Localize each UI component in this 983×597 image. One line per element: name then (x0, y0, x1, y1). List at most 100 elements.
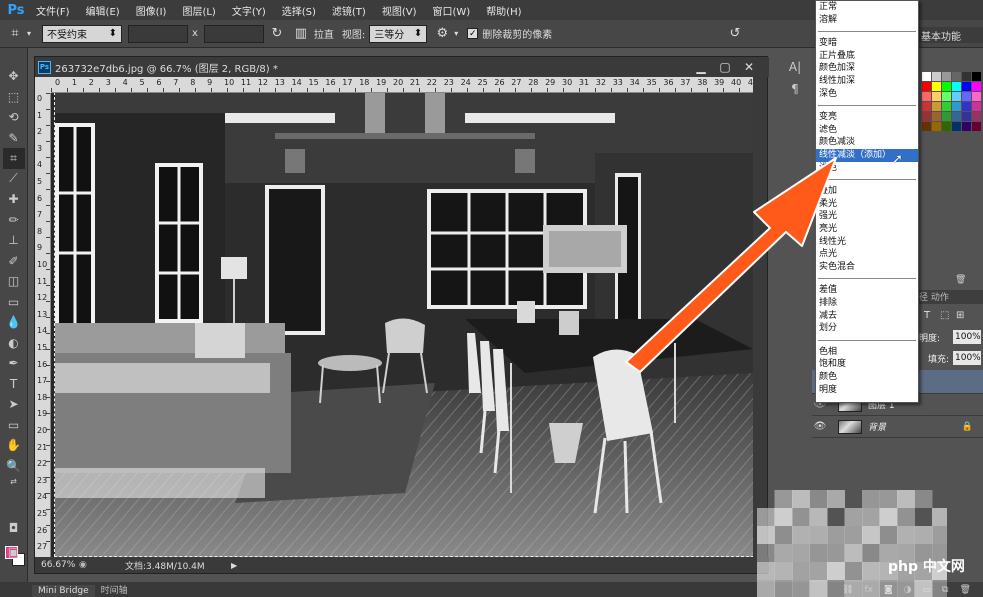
trash-icon[interactable]: 🗑 (959, 585, 970, 595)
status-menu-arrow-icon[interactable]: ▶ (231, 561, 237, 570)
color-swatch[interactable] (922, 72, 931, 81)
color-swatch[interactable] (932, 122, 941, 131)
maximize-icon[interactable]: ▢ (713, 58, 737, 76)
color-swatch[interactable] (962, 122, 971, 131)
menu-item[interactable]: 图层(L) (174, 3, 223, 18)
blend-mode-option[interactable]: 变亮 (816, 111, 918, 124)
vertical-scrollbar[interactable] (753, 77, 767, 559)
horizontal-ruler[interactable]: 0 1 2 3 4 5 6 7 8 9 10 11 12 13 14 15 16 17 18 19 20 21 22 23 24… (51, 77, 758, 93)
crop-marquee[interactable] (54, 93, 753, 557)
hand-tool-icon[interactable]: ✋ (3, 435, 25, 456)
color-swatch[interactable] (952, 72, 961, 81)
blend-mode-option[interactable]: 颜色加深 (816, 62, 918, 75)
menu-item[interactable]: 窗口(W) (424, 3, 478, 18)
swap-icon[interactable]: ↻ (268, 25, 286, 43)
color-swatch[interactable] (952, 102, 961, 111)
straighten-icon[interactable]: ▥ (292, 25, 310, 43)
blend-mode-option[interactable]: 叠加 (816, 185, 918, 198)
blend-mode-option[interactable]: 线性加深 (816, 75, 918, 88)
trash-icon[interactable]: 🗑 (955, 275, 966, 285)
menu-item[interactable]: 图像(I) (128, 3, 175, 18)
chevron-down-icon[interactable]: ▾ (24, 25, 34, 43)
document-tab[interactable]: Ps 263732e7db6.jpg @ 66.7% (图层 2, RGB/8)… (35, 57, 769, 77)
color-swatch[interactable] (972, 112, 981, 121)
blur-tool-icon[interactable]: 💧 (3, 312, 25, 333)
color-swatch[interactable] (932, 72, 941, 81)
color-swatch[interactable] (962, 112, 971, 121)
swatches-panel[interactable] (922, 72, 983, 140)
shape-tool-icon[interactable]: ▭ (3, 415, 25, 436)
width-field[interactable] (128, 24, 188, 43)
blend-mode-option[interactable]: 排除 (816, 297, 918, 310)
color-swatch[interactable] (952, 112, 961, 121)
color-swatch[interactable] (972, 102, 981, 111)
color-swatch[interactable] (922, 92, 931, 101)
color-swatch[interactable] (922, 102, 931, 111)
blend-mode-option[interactable]: 正片叠底 (816, 50, 918, 63)
pen-tool-icon[interactable]: ✒ (3, 353, 25, 374)
lasso-tool-icon[interactable]: ⟲ (3, 107, 25, 128)
blend-mode-option[interactable]: 实色混合 (816, 261, 918, 274)
color-swatch[interactable] (952, 82, 961, 91)
blend-mode-option[interactable]: 溶解 (816, 14, 918, 27)
blend-mode-option[interactable]: 减去 (816, 310, 918, 323)
blend-mode-option[interactable]: 差值 (816, 284, 918, 297)
crop-tool-icon[interactable]: ⌗ (2, 148, 25, 169)
color-swatch[interactable] (972, 82, 981, 91)
eyedropper-tool-icon[interactable]: ⟋ (3, 169, 25, 190)
dodge-tool-icon[interactable]: ◐ (3, 333, 25, 354)
paragraph-panel-icon[interactable]: ¶ (791, 82, 799, 96)
blend-mode-dropdown[interactable]: 正常 溶解 变暗 正片叠底 颜色加深 线性加深 深色 变亮 滤色 颜色减淡 线性减淡（添加） 浅色 叠加… (815, 0, 919, 403)
path-select-tool-icon[interactable]: ➤ (3, 394, 25, 415)
quick-mask-icon[interactable]: ◘ (3, 518, 25, 539)
vertical-ruler[interactable]: 0 1 2 3 4 5 6 7 8 9 10 11 12 13 14 15 16 17 18 19 20 21 22 23 24… (35, 93, 51, 568)
blend-mode-option[interactable]: 变暗 (816, 37, 918, 50)
zoom-tool-icon[interactable]: 🔍 (3, 456, 25, 477)
blend-mode-option[interactable]: 划分 (816, 322, 918, 335)
color-swatch[interactable] (932, 112, 941, 121)
delete-cropped-checkbox[interactable]: ✓ (467, 28, 479, 39)
eraser-tool-icon[interactable]: ◫ (3, 271, 25, 292)
fill-input[interactable]: 100% (953, 351, 981, 365)
color-swatch[interactable] (942, 82, 951, 91)
crop-tool-icon[interactable]: ⌗ (6, 25, 24, 43)
color-swatch[interactable] (922, 82, 931, 91)
close-icon[interactable]: ✕ (737, 58, 761, 76)
blend-mode-option[interactable]: 强光 (816, 210, 918, 223)
color-swatch[interactable] (962, 72, 971, 81)
color-swatch[interactable] (962, 82, 971, 91)
mini-bridge-tab[interactable]: Mini Bridge (32, 585, 95, 597)
blend-mode-option[interactable]: 点光 (816, 248, 918, 261)
color-swatch[interactable] (972, 92, 981, 101)
eye-icon[interactable]: 👁 (812, 421, 828, 432)
opacity-input[interactable]: 100% (953, 330, 981, 344)
ratio-select[interactable]: 不受约束 ⬍ (42, 24, 122, 43)
type-tool-icon[interactable]: T (3, 374, 25, 395)
blend-mode-option[interactable]: 饱和度 (816, 358, 918, 371)
blend-mode-option[interactable]: 滤色 (816, 124, 918, 137)
color-swatch[interactable] (922, 122, 931, 131)
straighten-label[interactable]: 拉直 (310, 26, 338, 41)
quick-select-tool-icon[interactable]: ✎ (3, 128, 25, 149)
color-swatch[interactable] (922, 112, 931, 121)
menu-item[interactable]: 选择(S) (274, 3, 324, 18)
menu-item[interactable]: 帮助(H) (478, 3, 529, 18)
color-swatch[interactable] (942, 102, 951, 111)
reset-colors-icon[interactable]: ⇄ (3, 476, 25, 486)
color-swatch[interactable] (942, 72, 951, 81)
color-swatch[interactable] (932, 82, 941, 91)
blend-mode-option[interactable]: 深色 (816, 88, 918, 101)
zoom-level[interactable]: 66.67% (35, 560, 79, 570)
blend-mode-option[interactable]: 明度 (816, 384, 918, 397)
color-swatch[interactable] (952, 92, 961, 101)
healing-tool-icon[interactable]: ✚ (3, 189, 25, 210)
color-swatch[interactable] (942, 122, 951, 131)
color-swatch[interactable] (962, 102, 971, 111)
layer-row[interactable]: 👁 背景 🔒 (812, 416, 983, 438)
blend-mode-option[interactable]: 颜色减淡 (816, 136, 918, 149)
menu-item[interactable]: 视图(V) (374, 3, 425, 18)
color-swatch[interactable] (972, 122, 981, 131)
gear-icon[interactable]: ⚙ (433, 25, 451, 43)
move-tool-icon[interactable]: ✥ (3, 66, 25, 87)
layer-panel-tabs[interactable]: 径 动作 (915, 290, 983, 304)
